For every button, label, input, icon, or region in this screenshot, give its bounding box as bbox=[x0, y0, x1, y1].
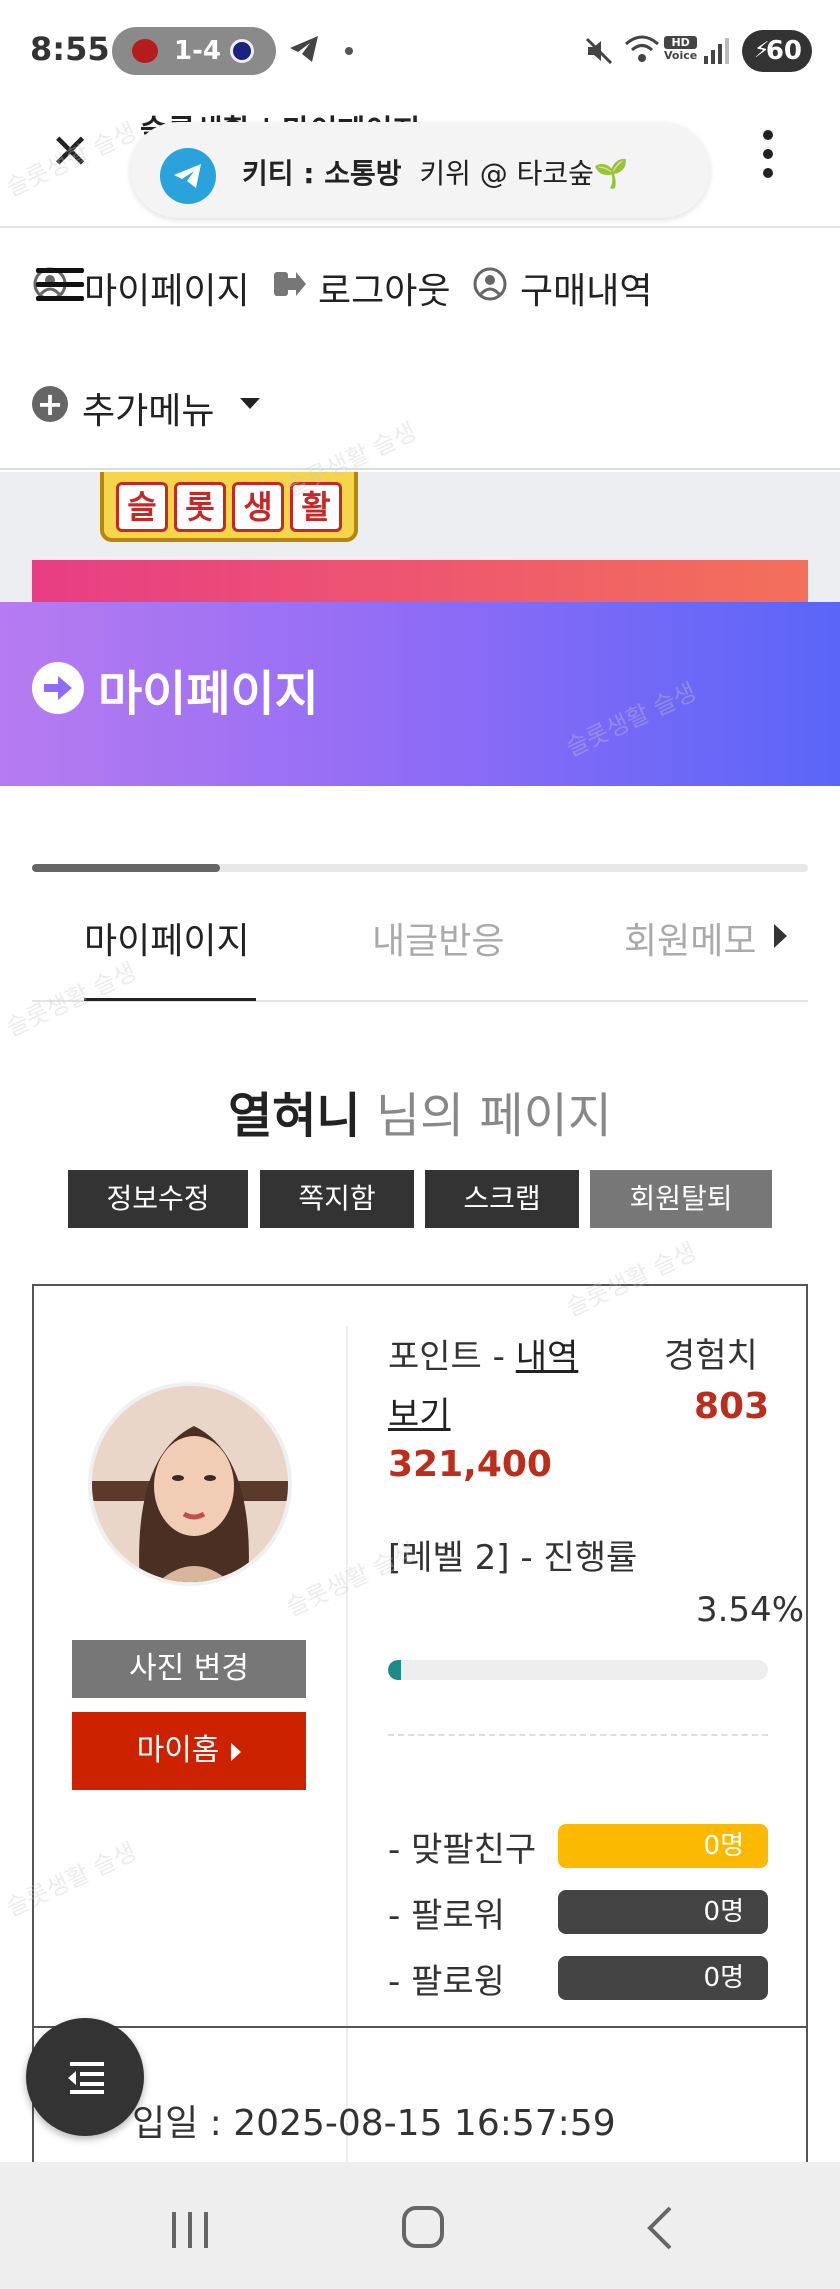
caret-down-icon bbox=[240, 398, 260, 409]
user-circle-icon bbox=[473, 267, 507, 301]
tab-member-memo[interactable]: 회원메모 bbox=[624, 912, 756, 964]
hamburger-menu-button[interactable] bbox=[36, 268, 84, 308]
more-options-button[interactable] bbox=[756, 130, 780, 180]
level-progress-fill bbox=[388, 1660, 402, 1680]
mutual-friends-label: - 맞팔친구 bbox=[388, 1830, 537, 1870]
tab-scroll-indicator bbox=[32, 864, 220, 872]
arrow-right-circle-icon bbox=[32, 662, 84, 714]
exp-value: 803 bbox=[694, 1386, 770, 1427]
points-value: 321,400 bbox=[388, 1444, 552, 1485]
top-nav: 마이페이지 로그아웃 구매내역 bbox=[0, 230, 840, 340]
live-score: 1-4 bbox=[174, 36, 221, 66]
section-divider bbox=[388, 1734, 768, 1736]
logo-char: 활 bbox=[290, 482, 342, 532]
card-section-divider bbox=[34, 2026, 806, 2028]
level-label: [레벨 2] - 진행률 bbox=[388, 1538, 638, 1578]
logo-char: 생 bbox=[232, 482, 284, 532]
username: 열혀니 bbox=[228, 1088, 361, 1144]
more-menu-dropdown[interactable]: 추가메뉴 bbox=[82, 382, 214, 434]
following-label: - 팔로윙 bbox=[388, 1962, 505, 2002]
followers-label: - 팔로워 bbox=[388, 1896, 505, 1936]
nav-purchases-link[interactable]: 구매내역 bbox=[520, 262, 652, 314]
charging-icon: ⚡ bbox=[754, 38, 770, 63]
withdraw-button[interactable]: 회원탈퇴 bbox=[590, 1170, 772, 1228]
profile-card: 사진 변경 마이홈 포인트 - 내역보기 경험치 803 321,400 [레벨… bbox=[32, 1284, 808, 2186]
avatar bbox=[88, 1382, 292, 1586]
toast-text: 키위 @ 타코숲🌱 bbox=[419, 157, 629, 190]
close-button[interactable]: ✕ bbox=[50, 128, 94, 176]
exp-label: 경험치 bbox=[664, 1336, 758, 1376]
tab-scroll-right-icon[interactable] bbox=[774, 924, 787, 948]
join-date: 입일 : 2025-08-15 16:57:59 bbox=[132, 2103, 616, 2144]
messages-button[interactable]: 쪽지함 bbox=[260, 1170, 414, 1228]
nav-mypage-link[interactable]: 마이페이지 bbox=[84, 262, 250, 314]
level-progress-bar bbox=[388, 1660, 768, 1680]
system-nav-bar bbox=[0, 2162, 840, 2289]
plus-circle-icon: + bbox=[32, 386, 68, 422]
more-notifications-dot-icon bbox=[345, 47, 353, 55]
telegram-icon bbox=[160, 148, 216, 204]
hero-title: 마이페이지 bbox=[98, 666, 319, 722]
site-logo[interactable]: 슬 롯 생 활 bbox=[100, 472, 358, 542]
team-logo-icon bbox=[230, 39, 254, 63]
toast-message: 키티 : 소통방 키위 @ 타코숲🌱 bbox=[242, 152, 629, 192]
telegram-notification-icon bbox=[290, 36, 318, 62]
mute-icon bbox=[585, 37, 613, 65]
live-score-pill: 1-4 bbox=[112, 27, 276, 75]
points-label-text: 포인트 - bbox=[388, 1337, 505, 1377]
title-suffix: 님의 페이지 bbox=[375, 1088, 612, 1144]
edit-info-button[interactable]: 정보수정 bbox=[68, 1170, 248, 1228]
my-home-button[interactable]: 마이홈 bbox=[72, 1712, 306, 1790]
followers-badge[interactable]: 0명 bbox=[558, 1890, 768, 1934]
menu-collapse-icon bbox=[68, 2062, 104, 2094]
browser-top-bar: 슬롯생활 | 마이페이지 ✕ 키티 : 소통방 키위 @ 타코숲🌱 bbox=[0, 100, 840, 228]
user-page-title: 열혀니 님의 페이지 bbox=[0, 1076, 840, 1146]
level-progress-text: 3.54% bbox=[695, 1590, 804, 1630]
recent-apps-button[interactable] bbox=[170, 2210, 210, 2250]
change-photo-button[interactable]: 사진 변경 bbox=[72, 1640, 306, 1698]
battery-level: 60 bbox=[765, 36, 802, 66]
caret-right-icon bbox=[231, 1742, 242, 1761]
card-divider bbox=[346, 1326, 348, 2186]
status-bar: 8:55 1-4 HD Voice ⚡ 60 bbox=[0, 0, 840, 100]
page-hero: 마이페이지 bbox=[0, 602, 840, 786]
logout-icon bbox=[274, 272, 306, 296]
home-button[interactable] bbox=[402, 2206, 444, 2248]
telegram-notification-toast[interactable]: 키티 : 소통방 키위 @ 타코숲🌱 bbox=[130, 122, 710, 218]
signal-icon bbox=[704, 38, 729, 64]
logo-char: 롯 bbox=[174, 482, 226, 532]
sidebar-toggle-button[interactable] bbox=[26, 2018, 144, 2136]
tab-mypage[interactable]: 마이페이지 bbox=[84, 912, 250, 964]
site-banner: 슬 롯 생 활 bbox=[0, 472, 840, 602]
tab-post-reactions[interactable]: 내글반응 bbox=[372, 912, 504, 964]
following-badge[interactable]: 0명 bbox=[558, 1956, 768, 2000]
wifi-icon bbox=[625, 35, 659, 62]
logo-char: 슬 bbox=[116, 482, 168, 532]
battery-indicator: ⚡ 60 bbox=[742, 30, 812, 72]
nav-logout-link[interactable]: 로그아웃 bbox=[318, 262, 450, 314]
tab-bar: 마이페이지 내글반응 회원메모 bbox=[32, 902, 808, 1002]
points-label: 포인트 - 내역보기 bbox=[388, 1328, 588, 1444]
team-logo-icon bbox=[132, 39, 158, 63]
my-home-label: 마이홈 bbox=[136, 1733, 220, 1768]
status-time: 8:55 bbox=[30, 30, 110, 68]
scrap-button[interactable]: 스크랩 bbox=[425, 1170, 579, 1228]
toast-channel: 키티 : 소통방 bbox=[242, 157, 402, 190]
more-menu-row: + 추가메뉴 bbox=[0, 340, 840, 470]
banner-gradient-bar bbox=[32, 560, 808, 602]
active-tab-underline bbox=[84, 998, 256, 1001]
mutual-friends-badge[interactable]: 0명 bbox=[558, 1824, 768, 1868]
profile-actions: 정보수정 쪽지함 스크랩 회원탈퇴 bbox=[68, 1170, 772, 1230]
back-button[interactable] bbox=[644, 2206, 674, 2250]
hd-voice-icon: HD Voice bbox=[664, 36, 698, 62]
